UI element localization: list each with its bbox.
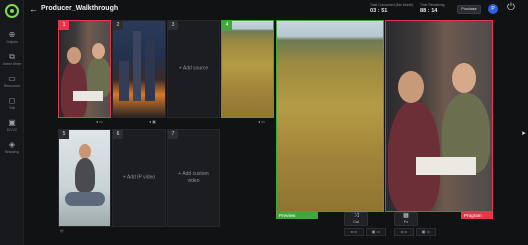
preview-monitor[interactable] (276, 20, 384, 212)
page-title: Producer_Walkthrough (41, 5, 119, 12)
notebook (416, 157, 476, 175)
folder-icon: ▭ (8, 74, 16, 83)
mixer-icon: ⧉ (9, 52, 15, 61)
tile-2-controls[interactable]: ◂ ▣ (149, 119, 156, 125)
source-thumbnail (59, 130, 110, 226)
app-logo[interactable] (5, 4, 19, 18)
building (145, 41, 155, 101)
plus-circle-icon: ⊕ (8, 30, 16, 39)
source-tile-7[interactable]: + Add custom video 7 (167, 129, 220, 227)
fade-icon: ▦ (403, 213, 409, 219)
person-head (79, 144, 91, 159)
tile-4-controls[interactable]: ◂ ▭ (258, 119, 265, 125)
sidebar-item-dcvc[interactable]: ▣ DC/VC (0, 118, 24, 132)
person-figure (75, 158, 95, 192)
sidebar-item-resources[interactable]: ▭ Resources (0, 74, 24, 88)
source-tile-2[interactable]: 2 (112, 20, 166, 118)
source-thumbnail (113, 21, 165, 117)
person-head (452, 63, 476, 93)
source-tile-3[interactable]: + Add source 3 (167, 20, 220, 118)
source-tile-1[interactable]: 1 (58, 20, 111, 118)
arrow-left-icon[interactable]: ← (29, 4, 38, 14)
notebook (73, 91, 103, 101)
top-bar: ← Producer_Walkthrough Total Consumed (t… (24, 0, 528, 20)
preview-label: Preview (276, 212, 318, 219)
chat-icon: ◻ (8, 96, 16, 105)
purchase-button[interactable]: Purchase (457, 5, 481, 14)
program-monitor[interactable] (385, 20, 493, 212)
preview-audio-control[interactable]: ◂ ▭ (344, 228, 364, 236)
person-head (67, 47, 81, 64)
tile-number: 1 (59, 21, 69, 30)
preview-video (277, 21, 383, 211)
preview-layout-control[interactable]: ▣ ▭ (366, 228, 386, 236)
tile-5-controls[interactable]: ◎ (60, 228, 64, 234)
person-head (92, 43, 105, 59)
mouse-cursor-icon: ➤ (521, 131, 527, 137)
building (133, 31, 141, 101)
add-custom-video-button[interactable]: + Add custom video (168, 171, 219, 185)
person-head (398, 71, 424, 103)
program-label: Program (461, 212, 493, 219)
tile-number: 6 (113, 130, 123, 139)
time-consumed: Total Consumed (this Month) 03 : 51 (370, 3, 414, 14)
add-source-button[interactable]: + Add source (168, 66, 219, 73)
tile-number: 3 (168, 21, 178, 30)
person-figure (61, 61, 87, 117)
sidebar-item-branding[interactable]: ◈ Branding (0, 140, 24, 154)
source-tile-5[interactable]: 5 (58, 129, 111, 227)
cut-button[interactable]: ⤨ Cut (344, 212, 368, 226)
source-tile-4[interactable]: 4 (221, 20, 274, 118)
layers-icon: ◈ (8, 140, 16, 149)
fade-button[interactable]: ▦ Fx (394, 212, 418, 226)
legs (65, 192, 105, 206)
power-icon[interactable]: ⏻ (507, 2, 515, 13)
monitor-icon: ▣ (8, 118, 16, 127)
time-remaining: Time Remaining 88 : 14 (420, 3, 445, 14)
program-audio-control[interactable]: ◂ ▭ (394, 228, 414, 236)
program-layout-control[interactable]: ▣ ▭ (416, 228, 436, 236)
swap-icon: ⤨ (353, 213, 359, 219)
building (119, 61, 129, 101)
source-thumbnail (222, 21, 273, 117)
sidebar-item-outputs[interactable]: ⊕ Outputs (0, 30, 24, 44)
program-video (386, 21, 492, 211)
avatar[interactable]: P (488, 4, 498, 14)
tile-number: 4 (222, 21, 232, 30)
source-thumbnail (59, 21, 110, 117)
add-ip-video-button[interactable]: + Add IP video (113, 175, 165, 182)
tile-number: 5 (59, 130, 69, 139)
tile-1-controls[interactable]: ◂ ▭ (96, 119, 103, 125)
sidebar-item-scene-mixer[interactable]: ⧉ Scene Mixer (0, 52, 24, 66)
tile-number: 2 (113, 21, 123, 30)
tile-number: 7 (168, 130, 178, 139)
sidebar-item-talk[interactable]: ◻ Talk (0, 96, 24, 110)
sidebar: ⊕ Outputs ⧉ Scene Mixer ▭ Resources ◻ Ta… (0, 0, 24, 245)
source-tile-6[interactable]: + Add IP video 6 (112, 129, 166, 227)
